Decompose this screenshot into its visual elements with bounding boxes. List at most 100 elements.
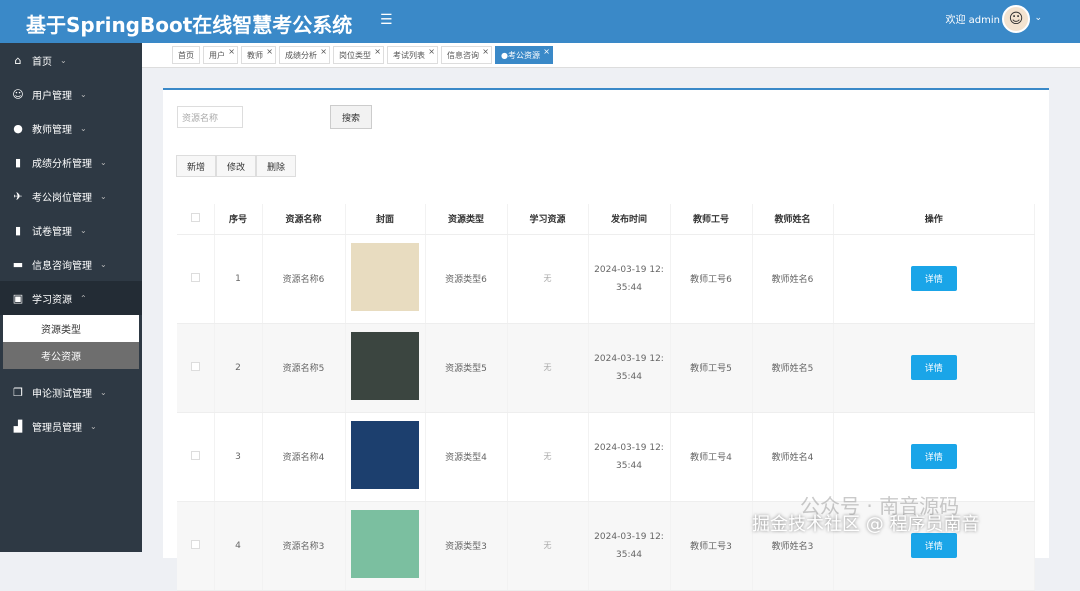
tab-label: 考试列表 — [393, 50, 425, 60]
detail-button[interactable]: 详情 — [910, 355, 957, 380]
sidebar-item[interactable]: ▮ 成绩分析管理 ⌄ — [0, 145, 142, 179]
sidebar-item[interactable]: ▟ 管理员管理 ⌄ — [0, 409, 142, 443]
cell-teacher-id: 教师工号4 — [670, 412, 753, 502]
tab-label: 教师 — [247, 50, 263, 60]
cell-type: 资源类型5 — [425, 323, 508, 413]
sidebar-item[interactable]: ⌂ 首页 ⌄ — [0, 43, 142, 77]
cell-time: 2024-03-19 12: — [594, 442, 664, 453]
cell-name: 资源名称6 — [262, 234, 346, 324]
submenu-item[interactable]: 考公资源 — [3, 342, 139, 369]
tab-label: ●考公资源 — [501, 50, 540, 60]
detail-button[interactable]: 详情 — [910, 444, 957, 469]
close-icon[interactable]: × — [428, 47, 435, 56]
column-header: 教师姓名 — [752, 204, 834, 235]
sidebar-item-label: 教师管理 — [32, 124, 72, 136]
chevron-icon: ⌄ — [100, 157, 107, 167]
sidebar-item[interactable]: ▣ 学习资源 ⌃ — [0, 281, 142, 315]
sidebar-item[interactable]: ▮ 试卷管理 ⌄ — [0, 213, 142, 247]
cell-no: 1 — [214, 234, 263, 324]
cell-time: 2024-03-19 12: — [594, 531, 664, 542]
sidebar-item-label: 管理员管理 — [32, 422, 82, 434]
tab-label: 用户 — [209, 50, 225, 60]
column-header: 学习资源 — [507, 204, 589, 235]
sidebar-item-label: 申论测试管理 — [32, 388, 92, 400]
sidebar: ⌂ 首页 ⌄ ☺ 用户管理 ⌄ ● 教师管理 ⌄ ▮ 成绩分析管理 ⌄ ✈ 考公岗位管理 ⌄ ▮ 试卷管理 ⌄ ▬ 信… — [0, 43, 142, 552]
cell-teacher-name: 教师姓名4 — [752, 412, 834, 502]
cell-name: 资源名称4 — [262, 412, 346, 502]
menu-icon: ▮ — [14, 223, 22, 237]
chevron-down-icon[interactable]: ⌄ — [1034, 13, 1042, 23]
select-all-checkbox[interactable] — [177, 204, 215, 235]
submenu-item[interactable]: 资源类型 — [3, 315, 139, 342]
cell-name: 资源名称3 — [262, 501, 346, 591]
cell-teacher-name: 教师姓名6 — [752, 234, 834, 324]
sidebar-item-label: 考公岗位管理 — [32, 192, 92, 204]
column-header: 发布时间 — [588, 204, 671, 235]
edit-button[interactable]: 修改 — [216, 155, 257, 177]
sidebar-item-label: 首页 — [32, 56, 52, 68]
cell-no: 2 — [214, 323, 263, 413]
row-checkbox[interactable] — [190, 361, 200, 371]
cell-type: 资源类型4 — [425, 412, 508, 502]
detail-button[interactable]: 详情 — [910, 533, 957, 558]
chevron-icon: ⌄ — [100, 191, 107, 201]
tab-bar: 首页 用户 × 教师 × 成绩分析 × 岗位类型 × 考试列表 × 信息咨询 × ●考公资源 × — [142, 43, 1080, 68]
detail-button[interactable]: 详情 — [910, 266, 957, 291]
sidebar-item-label: 成绩分析管理 — [32, 158, 92, 170]
tab[interactable]: 教师 × — [241, 46, 276, 64]
cell-type: 资源类型3 — [425, 501, 508, 591]
tab[interactable]: 成绩分析 × — [279, 46, 330, 64]
sidebar-item[interactable]: ● 教师管理 ⌄ — [0, 111, 142, 145]
tab[interactable]: 首页 — [172, 46, 200, 64]
menu-icon: ✈ — [13, 189, 23, 203]
content-card: 资源名称 搜索 新增 修改 删除 序号 资源名称 封面 资源类型 学习资源 发布时间 教师工… — [163, 88, 1049, 591]
column-header: 序号 — [214, 204, 263, 235]
column-header: 资源类型 — [425, 204, 508, 235]
menu-icon: ⌂ — [14, 53, 22, 67]
column-header: 资源名称 — [262, 204, 346, 235]
tab[interactable]: 用户 × — [203, 46, 238, 64]
search-button[interactable]: 搜索 — [330, 105, 372, 129]
tab-label: 岗位类型 — [339, 50, 371, 60]
search-input[interactable]: 资源名称 — [177, 106, 243, 128]
row-checkbox[interactable] — [190, 272, 200, 282]
sidebar-item[interactable]: ☺ 用户管理 ⌄ — [0, 77, 142, 111]
tab[interactable]: 考试列表 × — [387, 46, 438, 64]
menu-icon: ▮ — [14, 155, 22, 169]
sidebar-item-label: 试卷管理 — [32, 226, 72, 238]
add-button[interactable]: 新增 — [176, 155, 217, 177]
cell-teacher-id: 教师工号6 — [670, 234, 753, 324]
delete-button[interactable]: 删除 — [256, 155, 297, 177]
menu-icon: ❐ — [13, 385, 23, 399]
sidebar-item[interactable]: ❐ 申论测试管理 ⌄ — [0, 375, 142, 409]
tab[interactable]: 信息咨询 × — [441, 46, 492, 64]
close-icon[interactable]: × — [228, 47, 235, 56]
cell-teacher-id: 教师工号5 — [670, 323, 753, 413]
tab[interactable]: 岗位类型 × — [333, 46, 384, 64]
watermark: 掘金技术社区 @ 程序员南音 — [752, 514, 980, 535]
tab-label: 成绩分析 — [285, 50, 317, 60]
menu-icon: ▣ — [12, 291, 24, 305]
chevron-icon: ⌄ — [60, 55, 67, 65]
cell-time: 35:44 — [616, 460, 642, 471]
sidebar-item[interactable]: ▬ 信息咨询管理 ⌄ — [0, 247, 142, 281]
cell-name: 资源名称5 — [262, 323, 346, 413]
cell-time: 35:44 — [616, 282, 642, 293]
row-checkbox[interactable] — [190, 539, 200, 549]
close-icon[interactable]: × — [543, 47, 550, 56]
tab[interactable]: ●考公资源 × — [495, 46, 553, 64]
close-icon[interactable]: × — [374, 47, 381, 56]
cell-type: 资源类型6 — [425, 234, 508, 324]
cell-no: 4 — [214, 501, 263, 591]
chevron-icon: ⌄ — [90, 421, 97, 431]
sidebar-item[interactable]: ✈ 考公岗位管理 ⌄ — [0, 179, 142, 213]
avatar[interactable]: ☺ — [1002, 5, 1030, 33]
cell-resource: 无 — [543, 363, 552, 372]
close-icon[interactable]: × — [320, 47, 327, 56]
menu-toggle-icon[interactable]: ☰ — [380, 12, 393, 28]
table-row: 1 资源名称6 资源类型6 无 2024-03-19 12: 35:44 教师工号… — [177, 234, 1035, 324]
close-icon[interactable]: × — [482, 47, 489, 56]
row-checkbox[interactable] — [190, 450, 200, 460]
close-icon[interactable]: × — [266, 47, 273, 56]
cell-time: 2024-03-19 12: — [594, 264, 664, 275]
